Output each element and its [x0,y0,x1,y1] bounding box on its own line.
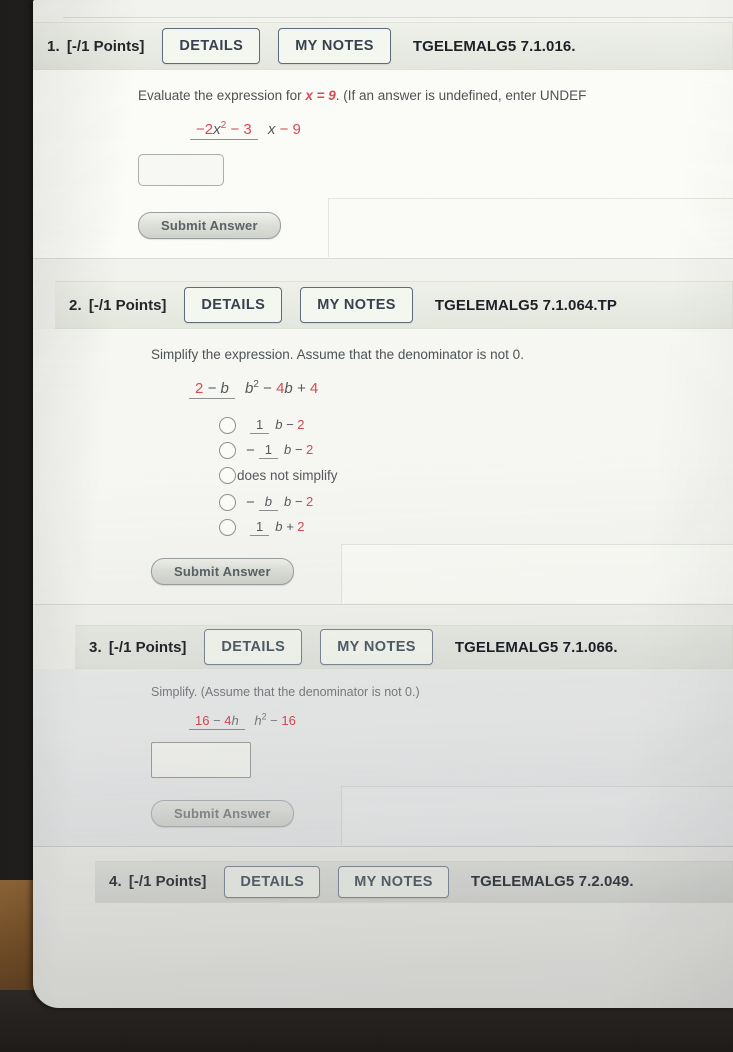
problem-4-code: TGELEMALG5 7.2.049. [470,873,634,891]
problem-2-side-panel [341,544,733,603]
problem-3-denominator: h2 − 16 [254,711,296,729]
problem-3-code: TGELEMALG5 7.1.066. [454,638,618,656]
problem-2-option-3[interactable]: does not simplify [219,467,733,484]
problem-1-side-panel [328,198,733,257]
problem-1-prompt-variable: x = 9 [305,88,336,103]
problem-3-number: 3. [89,638,102,656]
problem-3-expression: 16 − 4h h2 − 16 [189,711,733,731]
radio-icon[interactable] [219,467,236,484]
screen-area: 1. [-/1 Points] DETAILS MY NOTES TGELEMA… [33,0,733,1008]
problem-3-prompt: Simplify. (Assume that the denominator i… [151,685,420,699]
problem-3-answer-input[interactable] [151,741,251,778]
problem-3-my-notes-button[interactable]: MY NOTES [320,629,433,665]
problem-3: 3. [-/1 Points] DETAILS MY NOTES TGELEMA… [33,625,733,847]
problem-1-prompt-pre: Evaluate the expression for [138,88,302,103]
top-divider [63,17,733,18]
problem-1-header: 1. [-/1 Points] DETAILS MY NOTES TGELEMA… [33,22,733,70]
problem-2-expression: 2 − b b2 − 4b + 4 [189,379,733,400]
problem-2-my-notes-button[interactable]: MY NOTES [300,287,413,323]
radio-icon[interactable] [219,519,236,536]
problem-2-option-5[interactable]: 1 b + 2 [219,519,733,537]
problem-3-body: Simplify. (Assume that the denominator i… [33,669,733,846]
problem-2-numerator: 2 − b [189,380,235,400]
problem-2-submit-row: Submit Answer [151,544,733,603]
problem-3-numerator: 16 − 4h [189,713,245,731]
problem-1-numerator: −2x2 − 3 [190,120,258,141]
option-5-denominator: b + 2 [275,519,305,535]
problem-1-separator [33,258,733,259]
problem-1-denominator: x − 9 [267,121,301,139]
problem-2-options: 1 b − 2 − 1 b − 2 does not simplify − b b … [219,417,733,537]
problem-4-number: 4. [109,873,122,891]
problem-1-expression: −2x2 − 3 x − 9 [190,120,733,141]
problem-1-prompt-post: . (If an answer is undefined, enter UNDE… [335,88,587,103]
problem-3-separator [33,845,733,847]
problem-4-points: [-/1 Points] [128,873,207,891]
option-4-numerator: b [258,494,278,512]
option-2-numerator: 1 [258,442,278,460]
problem-3-header: 3. [-/1 Points] DETAILS MY NOTES TGELEMA… [75,625,733,669]
problem-1-body: Evaluate the expression for x = 9. (If a… [33,70,733,258]
problem-3-submit-answer-button[interactable]: Submit Answer [151,799,294,827]
problem-3-points: [-/1 Points] [108,638,187,656]
problem-2-option-1[interactable]: 1 b − 2 [219,417,733,435]
problem-2-separator [33,604,733,605]
option-2-sign: − [246,442,255,459]
problem-2-denominator: b2 − 4b + 4 [244,379,319,398]
problem-4-my-notes-button[interactable]: MY NOTES [338,865,449,898]
problem-2-submit-answer-button[interactable]: Submit Answer [151,558,294,585]
problem-2-code: TGELEMALG5 7.1.064.TP [434,296,618,314]
problem-2-option-2[interactable]: − 1 b − 2 [219,442,733,460]
problem-2: 2. [-/1 Points] DETAILS MY NOTES TGELEMA… [33,281,733,605]
option-5-numerator: 1 [250,519,270,537]
radio-icon[interactable] [219,417,236,434]
option-1-numerator: 1 [250,417,270,435]
option-4-sign: − [246,494,255,511]
problem-1: 1. [-/1 Points] DETAILS MY NOTES TGELEMA… [33,22,733,259]
problem-1-details-button[interactable]: DETAILS [162,28,261,64]
problem-2-prompt: Simplify the expression. Assume that the… [151,347,524,362]
problem-4-header: 4. [-/1 Points] DETAILS MY NOTES TGELEMA… [95,860,733,903]
problem-3-side-panel [341,785,733,845]
problem-2-body: Simplify the expression. Assume that the… [33,329,733,604]
option-3-label: does not simplify [237,468,338,483]
problem-1-my-notes-button[interactable]: MY NOTES [278,28,391,64]
problem-2-number: 2. [69,296,82,314]
problem-3-submit-row: Submit Answer [151,785,733,845]
problem-4: 4. [-/1 Points] DETAILS MY NOTES TGELEMA… [33,860,733,903]
radio-icon[interactable] [219,494,236,511]
problem-1-prompt: Evaluate the expression for x = 9. (If a… [138,86,733,106]
problem-1-number: 1. [47,37,60,55]
webassign-page: 1. [-/1 Points] DETAILS MY NOTES TGELEMA… [33,0,733,903]
problem-2-details-button[interactable]: DETAILS [184,287,283,323]
problem-2-option-4[interactable]: − b b − 2 [219,494,733,512]
problem-1-points: [-/1 Points] [66,37,145,55]
problem-1-submit-row: Submit Answer [138,198,733,257]
option-2-denominator: b − 2 [284,442,314,458]
option-1-denominator: b − 2 [275,417,305,433]
problem-2-header: 2. [-/1 Points] DETAILS MY NOTES TGELEMA… [55,281,733,329]
problem-1-answer-input[interactable] [138,154,224,186]
option-4-denominator: b − 2 [284,494,314,510]
radio-icon[interactable] [219,442,236,459]
problem-1-code: TGELEMALG5 7.1.016. [412,37,576,55]
problem-1-submit-answer-button[interactable]: Submit Answer [138,212,281,239]
photo-frame: 1. [-/1 Points] DETAILS MY NOTES TGELEMA… [0,0,733,1052]
problem-4-details-button[interactable]: DETAILS [224,865,321,898]
problem-3-details-button[interactable]: DETAILS [204,629,303,665]
problem-2-points: [-/1 Points] [88,296,167,314]
